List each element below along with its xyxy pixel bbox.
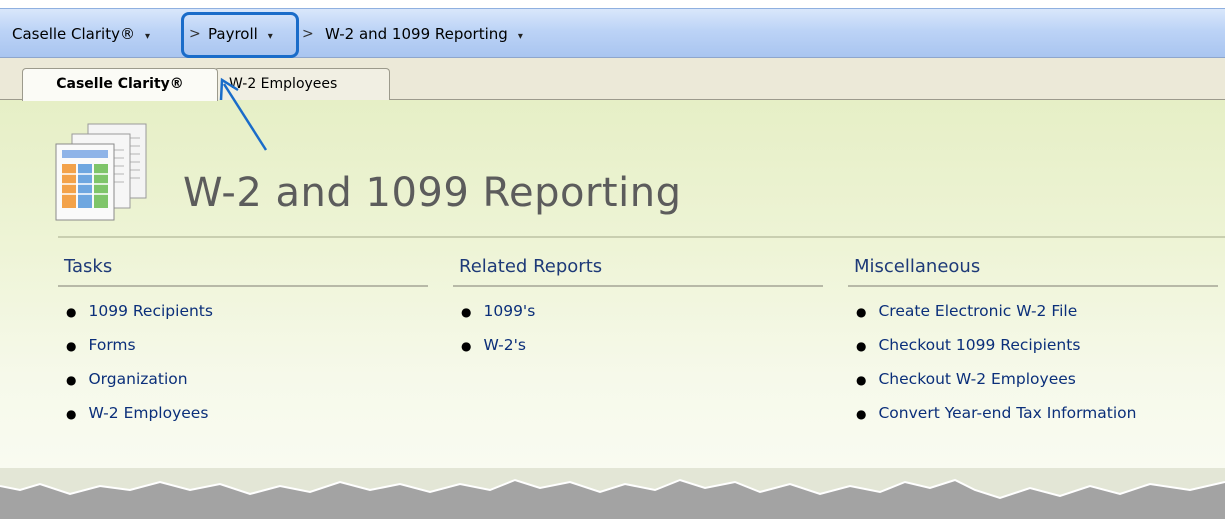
link-organization[interactable]: Organization (88, 370, 187, 388)
section-divider (453, 285, 823, 287)
window-top-edge (0, 0, 1225, 8)
bullet-icon: ● (66, 305, 77, 319)
section-title-miscellaneous: Miscellaneous (854, 256, 981, 277)
section-divider (848, 285, 1218, 287)
bullet-icon: ● (461, 339, 472, 353)
section-title-tasks: Tasks (64, 256, 113, 277)
list-item[interactable]: ● Forms (66, 332, 213, 366)
list-item[interactable]: ● W-2 Employees (66, 400, 213, 434)
list-item[interactable]: ● Convert Year-end Tax Information (856, 400, 1136, 434)
list-item[interactable]: ● Create Electronic W-2 File (856, 298, 1136, 332)
annotation-highlight-box (181, 12, 299, 58)
list-item[interactable]: ● 1099 Recipients (66, 298, 213, 332)
breadcrumb-label: Caselle Clarity® (12, 25, 135, 43)
list-item[interactable]: ● 1099's (461, 298, 535, 332)
link-checkout-w2-employees[interactable]: Checkout W-2 Employees (878, 370, 1075, 388)
torn-edge-decoration (0, 468, 1225, 519)
bullet-icon: ● (856, 407, 867, 421)
breadcrumb-item-caselle-clarity[interactable]: Caselle Clarity® ▾ (12, 17, 150, 51)
tab-strip: Caselle Clarity® W-2 Employees (0, 58, 1225, 101)
chevron-down-icon[interactable]: ▾ (518, 31, 523, 42)
related-reports-list: ● 1099's ● W-2's (461, 298, 535, 366)
bullet-icon: ● (856, 339, 867, 353)
tasks-list: ● 1099 Recipients ● Forms ● Organization ● W… (66, 298, 213, 434)
section-divider (58, 285, 428, 287)
link-checkout-1099-recipients[interactable]: Checkout 1099 Recipients (878, 336, 1080, 354)
link-forms[interactable]: Forms (88, 336, 135, 354)
list-item[interactable]: ● Checkout 1099 Recipients (856, 332, 1136, 366)
link-create-electronic-w2-file[interactable]: Create Electronic W-2 File (878, 302, 1077, 320)
bullet-icon: ● (66, 407, 77, 421)
link-w2-employees[interactable]: W-2 Employees (88, 404, 208, 422)
link-w2s[interactable]: W-2's (483, 336, 526, 354)
list-item[interactable]: ● Checkout W-2 Employees (856, 366, 1136, 400)
breadcrumb-separator: > (302, 26, 314, 42)
bullet-icon: ● (66, 373, 77, 387)
tab-w2-employees[interactable]: W-2 Employees (214, 68, 390, 100)
list-item[interactable]: ● W-2's (461, 332, 535, 366)
report-documents-icon (55, 123, 147, 221)
breadcrumb-label: W-2 and 1099 Reporting (325, 25, 508, 43)
section-title-related-reports: Related Reports (459, 256, 603, 277)
link-1099-recipients[interactable]: 1099 Recipients (88, 302, 212, 320)
breadcrumb-item-w2-1099-reporting[interactable]: W-2 and 1099 Reporting ▾ (325, 17, 523, 51)
bullet-icon: ● (856, 305, 867, 319)
link-convert-year-end-tax-information[interactable]: Convert Year-end Tax Information (878, 404, 1136, 422)
title-divider (58, 236, 1225, 238)
miscellaneous-list: ● Create Electronic W-2 File ● Checkout 10… (856, 298, 1136, 434)
page-title: W-2 and 1099 Reporting (183, 170, 682, 216)
link-1099s[interactable]: 1099's (483, 302, 535, 320)
tab-caselle-clarity[interactable]: Caselle Clarity® (22, 68, 218, 101)
list-item[interactable]: ● Organization (66, 366, 213, 400)
bullet-icon: ● (461, 305, 472, 319)
chevron-down-icon[interactable]: ▾ (145, 31, 150, 42)
bullet-icon: ● (66, 339, 77, 353)
bullet-icon: ● (856, 373, 867, 387)
